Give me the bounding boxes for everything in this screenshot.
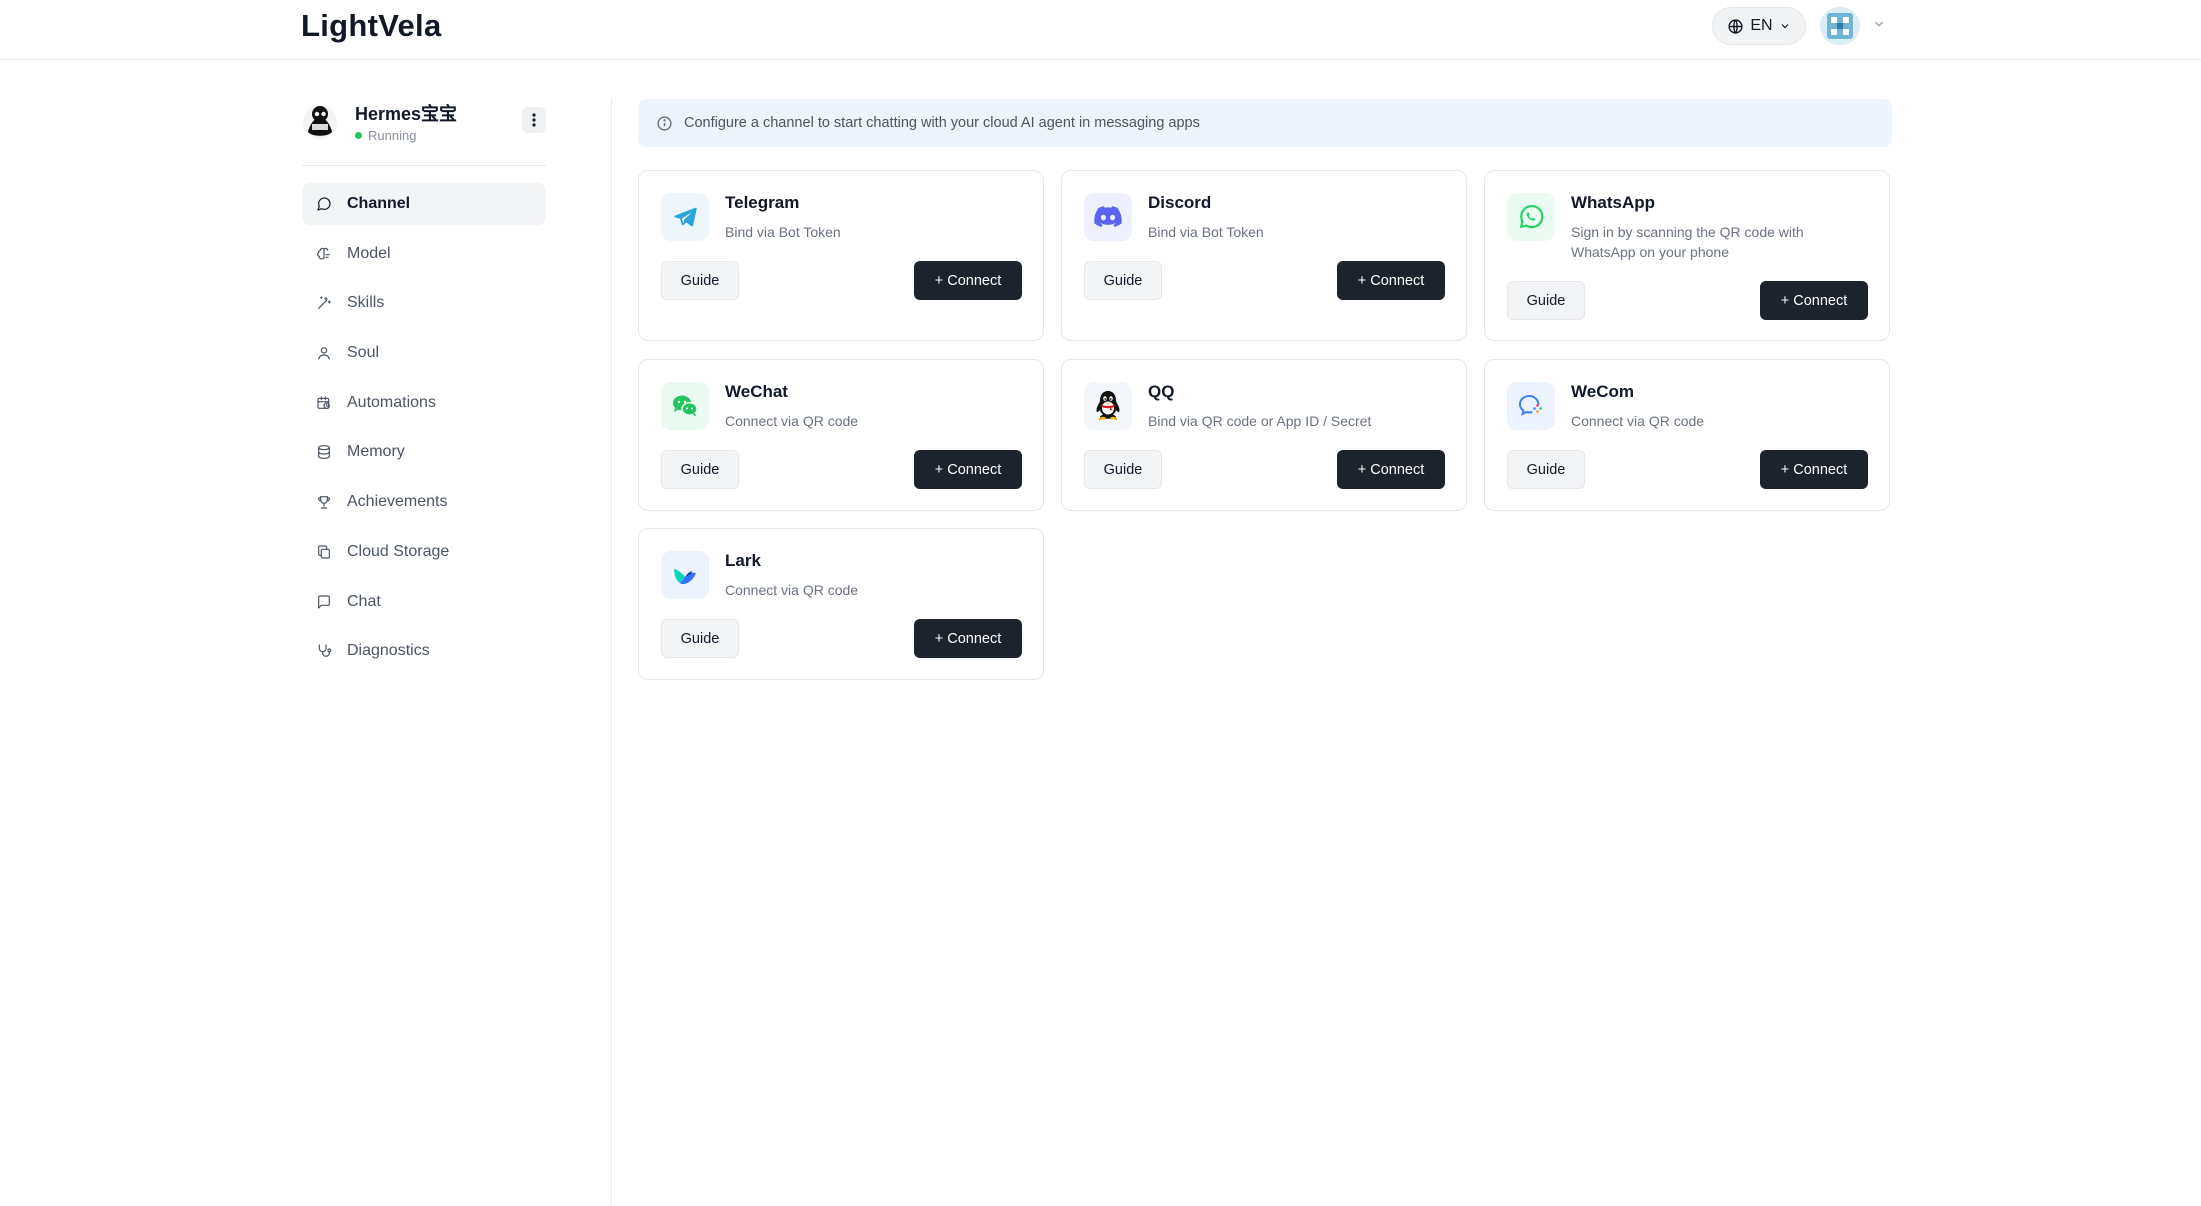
channel-title: QQ — [1148, 382, 1175, 401]
wecom-icon — [1507, 382, 1555, 430]
info-banner: Configure a channel to start chatting wi… — [638, 99, 1892, 147]
sidebar-item-memory[interactable]: Memory — [302, 431, 546, 473]
channel-title: Telegram — [725, 193, 800, 212]
copy-files-icon — [315, 543, 332, 560]
guide-button-qq[interactable]: Guide — [1084, 450, 1162, 489]
channel-title: Discord — [1148, 193, 1212, 212]
channel-title: WeCom — [1571, 382, 1634, 401]
qq-icon — [1084, 382, 1132, 430]
sidebar-item-label: Memory — [347, 443, 405, 461]
sidebar-item-skills[interactable]: Skills — [302, 282, 546, 324]
channel-description: Connect via QR code — [1571, 413, 1705, 429]
info-banner-text: Configure a channel to start chatting wi… — [684, 115, 1200, 131]
language-label: EN — [1750, 17, 1773, 34]
sidebar-item-soul[interactable]: Soul — [302, 332, 546, 374]
connect-button-wecom[interactable]: + Connect — [1760, 450, 1868, 489]
sidebar-item-label: Cloud Storage — [347, 542, 450, 560]
sidebar-item-achievements[interactable]: Achievements — [302, 481, 546, 523]
guide-button-wechat[interactable]: Guide — [661, 450, 739, 489]
app-logo[interactable]: LightVela — [301, 8, 442, 44]
info-icon — [657, 115, 672, 131]
top-header: LightVela EN — [0, 0, 2201, 60]
magic-wand-icon — [315, 295, 332, 312]
sidebar-item-label: Achievements — [347, 493, 448, 511]
sidebar-item-label: Channel — [347, 195, 411, 212]
channel-description: Connect via QR code — [725, 582, 859, 598]
chevron-down-icon — [1781, 24, 1789, 29]
message-square-icon — [315, 593, 332, 610]
discord-icon — [1084, 193, 1132, 241]
account-chevron-icon[interactable] — [1872, 17, 1886, 31]
channel-description: Bind via QR code or App ID / Secret — [1148, 413, 1372, 429]
user-icon — [315, 345, 332, 362]
guide-button-lark[interactable]: Guide — [661, 619, 739, 658]
guide-button-telegram[interactable]: Guide — [661, 261, 739, 300]
whatsapp-icon — [1507, 193, 1555, 241]
channel-description: Connect via QR code — [725, 413, 859, 429]
sidebar-item-label: Diagnostics — [347, 642, 430, 660]
channel-description: Bind via Bot Token — [725, 224, 841, 240]
sidebar-item-channel[interactable]: Channel — [302, 183, 546, 225]
guide-button-discord[interactable]: Guide — [1084, 261, 1162, 300]
channel-description: Bind via Bot Token — [1148, 224, 1264, 240]
sidebar-item-label: Automations — [347, 393, 436, 411]
lark-icon — [661, 551, 709, 599]
channel-title: WeChat — [725, 382, 788, 401]
sidebar-nav: Channel Model Skills Soul Automations Me… — [302, 183, 546, 680]
channel-card-whatsapp: WhatsApp Sign in by scanning the QR code… — [1484, 170, 1890, 341]
sidebar-item-label: Model — [347, 244, 391, 262]
agent-avatar — [303, 105, 337, 139]
sidebar-divider — [611, 98, 612, 1206]
channel-card-qq: QQ Bind via QR code or App ID / Secret G… — [1061, 359, 1467, 511]
channel-card-wechat: WeChat Connect via QR code Guide + Conne… — [638, 359, 1044, 511]
more-vertical-icon — [532, 113, 536, 127]
channel-card-discord: Discord Bind via Bot Token Guide + Conne… — [1061, 170, 1467, 341]
calendar-clock-icon — [315, 394, 332, 411]
agent-name: Hermes宝宝 — [355, 104, 458, 124]
channel-title: Lark — [725, 551, 761, 570]
wechat-icon — [661, 382, 709, 430]
channel-card-telegram: Telegram Bind via Bot Token Guide + Conn… — [638, 170, 1044, 341]
database-icon — [315, 444, 332, 461]
agent-status: Running — [355, 128, 416, 143]
connect-button-lark[interactable]: + Connect — [914, 619, 1022, 658]
channel-card-wecom: WeCom Connect via QR code Guide + Connec… — [1484, 359, 1890, 511]
sidebar-item-cloud-storage[interactable]: Cloud Storage — [302, 531, 546, 573]
sidebar-separator — [302, 165, 546, 166]
channel-title: WhatsApp — [1571, 193, 1656, 212]
connect-button-discord[interactable]: + Connect — [1337, 261, 1445, 300]
connect-button-telegram[interactable]: + Connect — [914, 261, 1022, 300]
guide-button-whatsapp[interactable]: Guide — [1507, 281, 1585, 320]
status-dot — [355, 132, 362, 139]
brain-icon — [315, 245, 332, 262]
chat-bubble-icon — [315, 196, 332, 213]
sidebar-item-label: Soul — [347, 344, 380, 362]
sidebar-item-label: Chat — [347, 592, 381, 610]
status-label: Running — [368, 128, 417, 143]
language-selector[interactable]: EN — [1712, 7, 1806, 45]
connect-button-qq[interactable]: + Connect — [1337, 450, 1445, 489]
channel-card-lark: Lark Connect via QR code Guide + Connect — [638, 528, 1044, 680]
stethoscope-icon — [315, 643, 332, 660]
sidebar-item-chat[interactable]: Chat — [302, 581, 546, 623]
trophy-icon — [315, 494, 332, 511]
telegram-icon — [661, 193, 709, 241]
sidebar-item-model[interactable]: Model — [302, 233, 546, 275]
connect-button-wechat[interactable]: + Connect — [914, 450, 1022, 489]
guide-button-wecom[interactable]: Guide — [1507, 450, 1585, 489]
sidebar-item-automations[interactable]: Automations — [302, 382, 546, 424]
sidebar-item-diagnostics[interactable]: Diagnostics — [302, 630, 546, 672]
user-avatar[interactable] — [1820, 7, 1860, 45]
connect-button-whatsapp[interactable]: + Connect — [1760, 281, 1868, 320]
globe-icon — [1728, 18, 1743, 34]
agent-more-button[interactable] — [522, 107, 546, 133]
sidebar-item-label: Skills — [347, 294, 385, 312]
channel-description: Sign in by scanning the QR code with Wha… — [1571, 224, 1804, 260]
